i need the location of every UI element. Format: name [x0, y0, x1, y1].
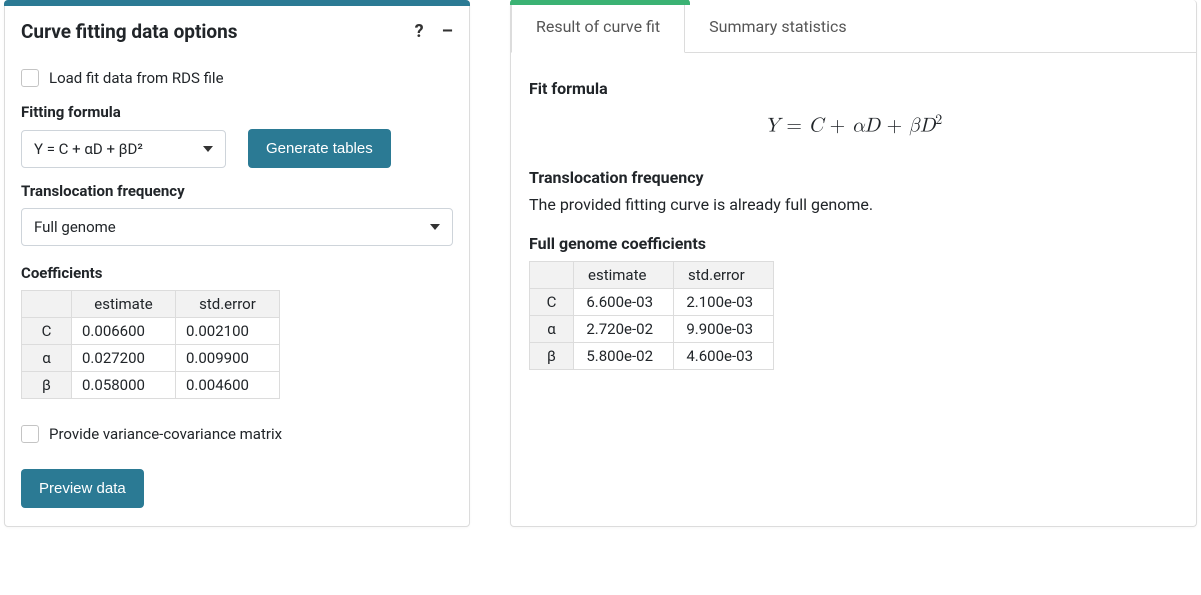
coef-stderr: 9.900e-03 [674, 315, 774, 342]
coef-estimate-input[interactable]: 0.058000 [72, 372, 176, 399]
coefficients-label: Coefficients [21, 264, 453, 282]
table-row: α 2.720e-02 9.900e-03 [530, 315, 774, 342]
coef-estimate: 5.800e-02 [574, 342, 674, 369]
table-row: β 0.058000 0.004600 [22, 372, 280, 399]
varcov-label: Provide variance-covariance matrix [49, 425, 282, 443]
tab-summary-statistics[interactable]: Summary statistics [685, 0, 871, 52]
coef-name: C [22, 318, 72, 345]
translocation-frequency-value: Full genome [34, 218, 116, 236]
result-coefficients-table: estimate std.error C 6.600e-03 2.100e-03… [529, 261, 774, 370]
fitting-formula-select[interactable]: Y = C + αD + βD² [21, 130, 226, 168]
fitting-formula-label: Fitting formula [21, 103, 453, 121]
load-rds-checkbox[interactable] [21, 69, 39, 87]
coef-stderr: 4.600e-03 [674, 342, 774, 369]
results-panel: Result of curve fit Summary statistics F… [510, 0, 1197, 527]
coef-name: C [530, 288, 574, 315]
result-translocation-label: Translocation frequency [529, 168, 1178, 187]
coef-stderr: 2.100e-03 [674, 288, 774, 315]
results-tabs: Result of curve fit Summary statistics [511, 0, 1196, 53]
chevron-down-icon [430, 224, 440, 230]
coef-name: α [530, 315, 574, 342]
fit-formula-display: Y = C + αD + βD2 [529, 112, 1178, 138]
collapse-icon[interactable]: – [442, 23, 453, 41]
coef-stderr-input[interactable]: 0.004600 [175, 372, 279, 399]
generate-tables-button[interactable]: Generate tables [248, 129, 391, 168]
col-stderr: std.error [674, 261, 774, 288]
table-corner [22, 291, 72, 318]
col-estimate: estimate [72, 291, 176, 318]
translocation-frequency-select[interactable]: Full genome [21, 208, 453, 246]
table-row: C 6.600e-03 2.100e-03 [530, 288, 774, 315]
translocation-frequency-label: Translocation frequency [21, 182, 453, 200]
chevron-down-icon [203, 146, 213, 152]
varcov-checkbox[interactable] [21, 425, 39, 443]
table-row: β 5.800e-02 4.600e-03 [530, 342, 774, 369]
table-row: C 0.006600 0.002100 [22, 318, 280, 345]
coefficients-input-table: estimate std.error C 0.006600 0.002100 α… [21, 290, 280, 399]
coef-stderr-input[interactable]: 0.002100 [175, 318, 279, 345]
col-stderr: std.error [175, 291, 279, 318]
tab-result-of-curve-fit[interactable]: Result of curve fit [511, 5, 685, 53]
preview-data-button[interactable]: Preview data [21, 469, 144, 508]
help-icon[interactable]: ? [415, 23, 424, 41]
fitting-formula-value: Y = C + αD + βD² [34, 140, 143, 158]
coef-estimate: 2.720e-02 [574, 315, 674, 342]
result-translocation-text: The provided fitting curve is already fu… [529, 195, 1178, 214]
panel-title: Curve fitting data options [21, 20, 238, 43]
options-panel: Curve fitting data options ? – Load fit … [4, 0, 470, 527]
table-corner [530, 261, 574, 288]
coef-estimate-input[interactable]: 0.006600 [72, 318, 176, 345]
load-rds-label: Load fit data from RDS file [49, 69, 224, 87]
col-estimate: estimate [574, 261, 674, 288]
result-coefficients-label: Full genome coefficients [529, 234, 1178, 253]
coef-name: β [530, 342, 574, 369]
coef-stderr-input[interactable]: 0.009900 [175, 345, 279, 372]
coef-name: β [22, 372, 72, 399]
coef-estimate: 6.600e-03 [574, 288, 674, 315]
coef-estimate-input[interactable]: 0.027200 [72, 345, 176, 372]
coef-name: α [22, 345, 72, 372]
table-row: α 0.027200 0.009900 [22, 345, 280, 372]
fit-formula-label: Fit formula [529, 79, 1178, 98]
